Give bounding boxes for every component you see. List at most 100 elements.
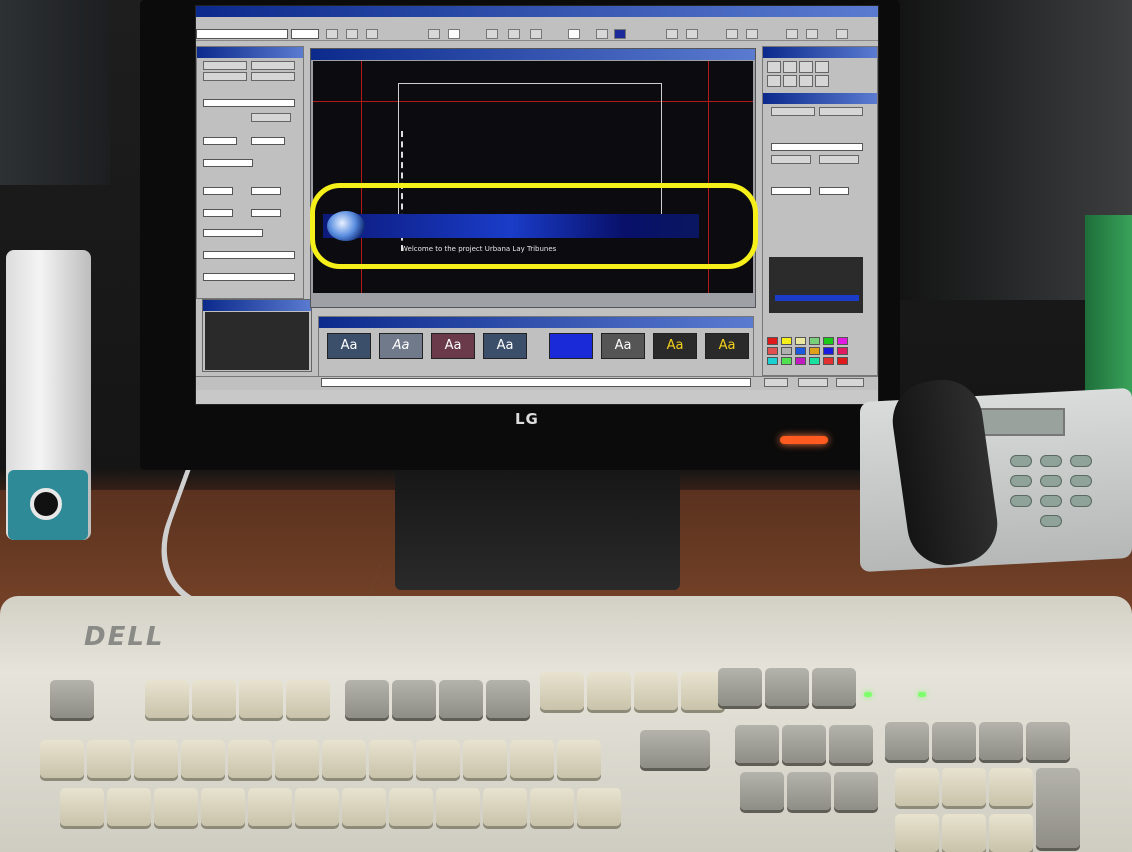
color-swatch[interactable] bbox=[795, 357, 806, 365]
key bbox=[50, 680, 94, 718]
panel-button[interactable] bbox=[251, 113, 291, 122]
key bbox=[989, 814, 1033, 852]
color-swatch[interactable] bbox=[823, 337, 834, 345]
key bbox=[530, 788, 574, 826]
toolbar-button[interactable] bbox=[448, 29, 460, 39]
color-swatch[interactable] bbox=[795, 347, 806, 355]
app-titlebar bbox=[196, 6, 878, 17]
toolbar-button[interactable] bbox=[786, 29, 798, 39]
toolbar-button[interactable] bbox=[746, 29, 758, 39]
toolbar-button[interactable] bbox=[568, 29, 580, 39]
panel-tab[interactable] bbox=[203, 72, 247, 81]
toolbar-button[interactable] bbox=[366, 29, 378, 39]
color-swatch[interactable] bbox=[795, 337, 806, 345]
tool-button[interactable] bbox=[799, 61, 813, 73]
tool-button[interactable] bbox=[783, 61, 797, 73]
preset-style[interactable]: Aa bbox=[379, 333, 423, 359]
toolbar-button[interactable] bbox=[486, 29, 498, 39]
tool-button[interactable] bbox=[815, 61, 829, 73]
color-swatch[interactable] bbox=[809, 357, 820, 365]
speaker-knob bbox=[30, 488, 62, 520]
numeric-field[interactable] bbox=[203, 187, 233, 195]
tool-button[interactable] bbox=[815, 75, 829, 87]
color-swatch[interactable] bbox=[823, 347, 834, 355]
preview-screen bbox=[205, 312, 309, 370]
numeric-field[interactable] bbox=[251, 187, 281, 195]
select-field[interactable] bbox=[203, 251, 295, 259]
color-swatch[interactable] bbox=[809, 347, 820, 355]
panel-tab[interactable] bbox=[771, 107, 815, 116]
select-field[interactable] bbox=[203, 229, 263, 237]
key bbox=[87, 740, 131, 778]
preset-style[interactable]: Aa bbox=[705, 333, 749, 359]
color-swatch[interactable] bbox=[837, 357, 848, 365]
color-swatch[interactable] bbox=[809, 337, 820, 345]
select-field[interactable] bbox=[203, 273, 295, 281]
toolbar-button[interactable] bbox=[428, 29, 440, 39]
color-swatch[interactable] bbox=[837, 337, 848, 345]
color-swatch[interactable] bbox=[837, 347, 848, 355]
color-swatch[interactable] bbox=[767, 347, 778, 355]
key bbox=[634, 672, 678, 710]
tool-button[interactable] bbox=[799, 75, 813, 87]
font-select[interactable] bbox=[196, 29, 288, 39]
toolbar-button[interactable] bbox=[614, 29, 626, 39]
toolbar-button[interactable] bbox=[806, 29, 818, 39]
tool-button[interactable] bbox=[767, 61, 781, 73]
toolbar-button[interactable] bbox=[530, 29, 542, 39]
numeric-field[interactable] bbox=[203, 209, 233, 217]
numeric-field[interactable] bbox=[203, 137, 237, 145]
numeric-field[interactable] bbox=[251, 137, 285, 145]
panel-tab[interactable] bbox=[251, 72, 295, 81]
key bbox=[239, 680, 283, 718]
command-input[interactable] bbox=[321, 378, 751, 387]
font-field[interactable] bbox=[203, 99, 295, 107]
preset-style[interactable]: Aa bbox=[327, 333, 371, 359]
cmd-button[interactable] bbox=[836, 378, 864, 387]
select-field[interactable] bbox=[771, 187, 811, 195]
tool-button[interactable] bbox=[767, 75, 781, 87]
preset-style[interactable]: Aa bbox=[549, 333, 593, 359]
color-swatch[interactable] bbox=[767, 357, 778, 365]
panel-tab[interactable] bbox=[251, 61, 295, 70]
color-swatch[interactable] bbox=[767, 337, 778, 345]
numeric-field[interactable] bbox=[819, 187, 849, 195]
toolbar-button[interactable] bbox=[836, 29, 848, 39]
numeric-field[interactable] bbox=[251, 209, 281, 217]
key bbox=[895, 768, 939, 806]
toolbar-button[interactable] bbox=[686, 29, 698, 39]
preset-style[interactable]: Aa bbox=[431, 333, 475, 359]
key bbox=[181, 740, 225, 778]
file-field[interactable] bbox=[771, 143, 863, 151]
toolbar-button[interactable] bbox=[666, 29, 678, 39]
toolbar-button[interactable] bbox=[726, 29, 738, 39]
tool-button[interactable] bbox=[783, 75, 797, 87]
color-swatch[interactable] bbox=[781, 357, 792, 365]
toolbar-button[interactable] bbox=[326, 29, 338, 39]
key bbox=[483, 788, 527, 826]
cmd-button[interactable] bbox=[798, 378, 828, 387]
background-thumbnail bbox=[769, 257, 863, 313]
toolbar-button[interactable] bbox=[596, 29, 608, 39]
panel-button[interactable] bbox=[771, 155, 811, 164]
preset-style[interactable]: Aa bbox=[483, 333, 527, 359]
color-swatch[interactable] bbox=[781, 347, 792, 355]
select-field[interactable] bbox=[203, 159, 253, 167]
color-swatch[interactable] bbox=[823, 357, 834, 365]
preset-styles-panel: Aa Aa Aa Aa Aa Aa Aa Aa bbox=[318, 316, 754, 378]
key bbox=[787, 772, 831, 810]
panel-tab[interactable] bbox=[203, 61, 247, 70]
size-select[interactable] bbox=[291, 29, 319, 39]
panel-button[interactable] bbox=[819, 155, 859, 164]
cmd-button[interactable] bbox=[764, 378, 788, 387]
key bbox=[718, 668, 762, 706]
panel-tab[interactable] bbox=[819, 107, 863, 116]
toolbar-button[interactable] bbox=[346, 29, 358, 39]
preset-style[interactable]: Aa bbox=[601, 333, 645, 359]
color-swatch[interactable] bbox=[781, 337, 792, 345]
menu-bar[interactable] bbox=[196, 18, 878, 27]
text-properties-panel bbox=[196, 46, 304, 299]
toolbar-button[interactable] bbox=[508, 29, 520, 39]
preset-style[interactable]: Aa bbox=[653, 333, 697, 359]
background-panel-titlebar bbox=[763, 93, 877, 104]
